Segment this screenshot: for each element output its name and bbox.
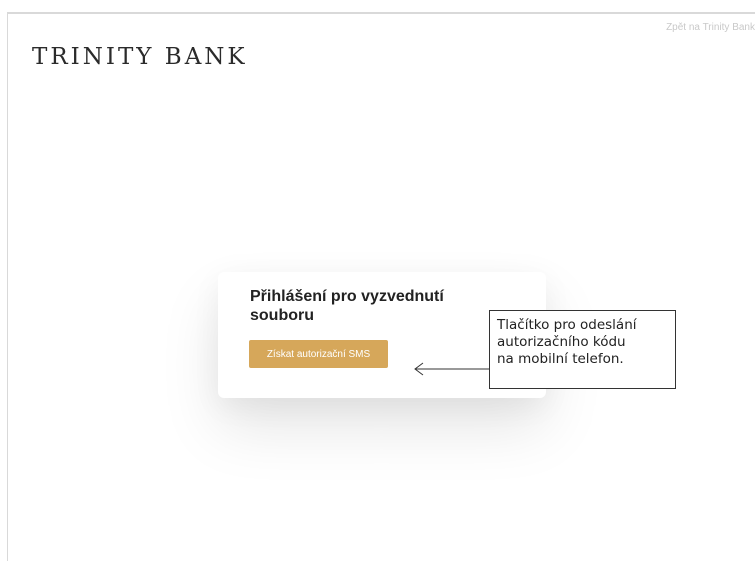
annotation-line-2: autorizačního kódu (497, 334, 626, 350)
annotation-callout: Tlačítko pro odeslání autorizačního kódu… (489, 310, 676, 389)
back-to-trinity-bank-link[interactable]: Zpět na Trinity Bank (666, 22, 755, 33)
login-card-title: Přihlášení pro vyzvednutí souboru (250, 288, 444, 324)
annotation-line-3: na mobilní telefon. (497, 351, 624, 367)
get-sms-authorization-button[interactable]: Získat autorizační SMS (249, 340, 388, 368)
annotation-arrow-icon (414, 362, 489, 376)
annotation-line-1: Tlačítko pro odeslání (497, 317, 637, 333)
trinity-bank-logo: TRINITY BANK (32, 44, 248, 70)
